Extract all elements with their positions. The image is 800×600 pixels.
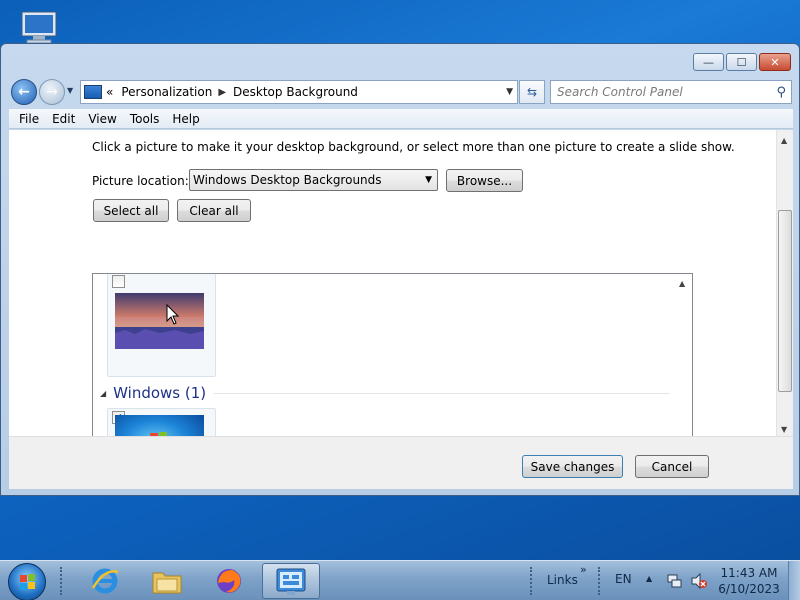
windows7-logo-wallpaper-icon [115,415,204,436]
content-pane: Click a picture to make it your desktop … [9,130,793,436]
breadcrumb-separator-icon[interactable]: ▶ [218,87,226,98]
computer-desktop-icon[interactable] [18,10,62,46]
system-clock[interactable]: 11:43 AM 6/10/2023 [717,565,781,597]
links-toolbar-label[interactable]: Links [547,573,578,587]
browse-button[interactable]: Browse... [446,169,523,192]
menu-item-help[interactable]: Help [172,112,199,126]
forward-button[interactable]: → [39,79,65,105]
clock-date: 6/10/2023 [718,582,780,596]
scroll-down-icon[interactable]: ▼ [781,425,787,434]
show-desktop-button[interactable] [788,561,800,600]
recent-pages-chevron-icon[interactable]: ▼ [67,86,73,95]
window-controls: — ☐ ✕ [691,53,791,71]
save-changes-button[interactable]: Save changes [522,455,623,478]
menu-item-tools[interactable]: Tools [130,112,160,126]
breadcrumb-item-personalization[interactable]: Personalization [121,85,212,99]
collapse-triangle-icon[interactable]: ◢ [100,389,106,398]
picture-list-scrollbar[interactable]: ▲ ▼ [675,274,692,436]
content-scrollbar[interactable]: ▲ ▼ [776,130,793,436]
control-panel-icon [276,568,306,595]
dropdown-arrow-icon: ▼ [425,175,432,185]
search-icon[interactable]: ⚲ [776,85,786,100]
footer-bar: Save changes Cancel [9,436,793,489]
picture-location-label: Picture location: [92,174,189,188]
language-indicator[interactable]: EN [615,572,632,586]
taskbar: Links » EN ▲ 11:43 AM 6/10/2023 [0,560,800,600]
instruction-text: Click a picture to make it your desktop … [92,140,735,154]
menu-item-edit[interactable]: Edit [52,112,75,126]
mouse-cursor-icon [166,304,180,325]
menu-item-view[interactable]: View [88,112,116,126]
control-panel-icon [84,85,102,99]
search-box[interactable]: ⚲ [550,80,792,104]
picture-location-select[interactable]: Windows Desktop Backgrounds ▼ [189,169,438,191]
clock-time: 11:43 AM [720,566,778,580]
picture-list[interactable]: ◢ Windows (1) ✓ [92,273,693,436]
picture-location-value: Windows Desktop Backgrounds [193,173,382,187]
cancel-button[interactable]: Cancel [635,455,709,478]
volume-muted-icon[interactable] [690,572,708,590]
group-title: Windows (1) [113,384,207,402]
taskbar-grip[interactable] [60,567,64,595]
desktop-background-window: — ☐ ✕ ← → ▼ « Personalization ▶ Desktop … [0,43,800,496]
start-button[interactable] [8,563,46,600]
maximize-button[interactable]: ☐ [726,53,757,71]
breadcrumb: « Personalization ▶ Desktop Background [106,85,358,99]
clear-all-button[interactable]: Clear all [177,199,251,222]
select-all-button[interactable]: Select all [93,199,169,222]
breadcrumb-overflow[interactable]: « [106,85,113,99]
address-bar[interactable]: « Personalization ▶ Desktop Background ▼ [80,80,518,104]
internet-explorer-icon[interactable] [86,564,124,598]
scroll-up-icon[interactable]: ▲ [679,279,685,288]
minimize-button[interactable]: — [693,53,724,71]
picture-tile[interactable] [107,274,216,377]
search-input[interactable] [557,85,762,99]
show-hidden-icons-icon[interactable]: ▲ [646,574,652,583]
taskbar-grip[interactable] [530,567,534,595]
picture-tile[interactable]: ✓ [107,408,216,436]
scroll-thumb[interactable] [778,210,792,392]
back-button[interactable]: ← [11,79,37,105]
menu-bar: File Edit View Tools Help [9,109,793,129]
group-divider [214,392,670,394]
firefox-icon[interactable] [210,564,248,598]
links-chevron-icon[interactable]: » [580,563,587,576]
control-panel-task-button[interactable] [262,563,320,599]
windows-logo-icon [20,574,35,590]
refresh-button[interactable]: ⇆ [519,80,545,104]
breadcrumb-item-desktop-background[interactable]: Desktop Background [233,85,358,99]
menu-item-file[interactable]: File [19,112,39,126]
address-dropdown-icon[interactable]: ▼ [506,87,513,97]
navigation-bar: ← → ▼ « Personalization ▶ Desktop Backgr… [1,77,800,109]
picture-checkbox[interactable] [112,275,125,288]
network-icon[interactable] [667,573,683,589]
lake-sunset-wallpaper-icon [115,293,204,349]
group-header-windows[interactable]: ◢ Windows (1) [100,384,670,402]
taskbar-grip[interactable] [598,567,602,595]
file-explorer-icon[interactable] [148,564,186,598]
scroll-up-icon[interactable]: ▲ [781,136,787,145]
refresh-icon: ⇆ [526,85,538,99]
close-button[interactable]: ✕ [759,53,791,71]
